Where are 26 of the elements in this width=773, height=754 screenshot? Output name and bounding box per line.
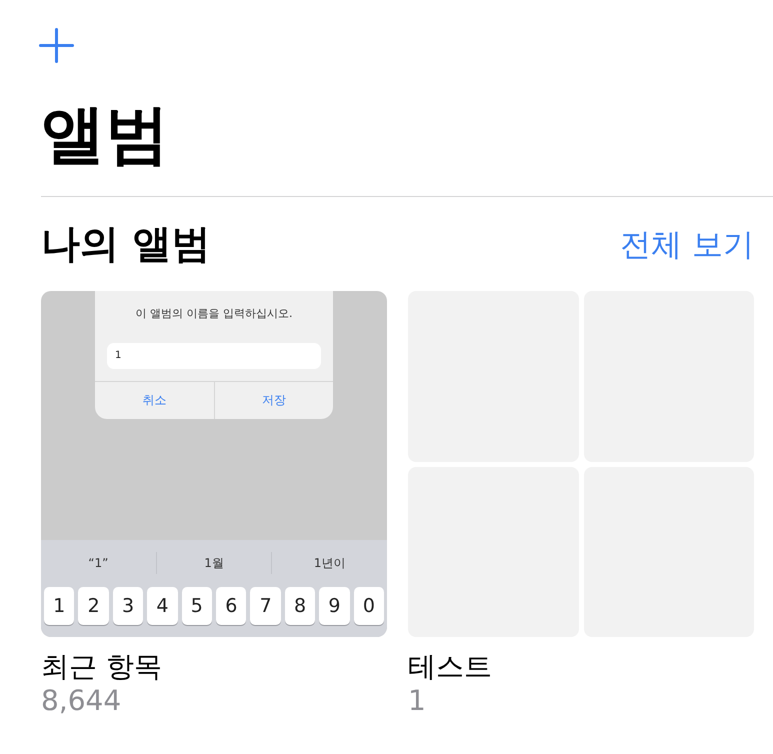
keyboard-key: 3 [112,586,144,625]
see-all-link[interactable]: 전체 보기 [620,226,754,264]
suggestion-text: 1월 [203,554,225,572]
suggestion-text: 1년이 [312,554,346,572]
album-count: 1 [408,684,427,718]
keyboard-key: 2 [78,586,109,625]
suggestion-text: “1” [87,554,110,572]
section-title: 나의 앨범 [41,222,211,269]
keyboard-key: 5 [182,586,212,625]
keyboard-key: 1 [44,586,74,625]
screenshot-thumbnail[interactable]: 이 앨범의 이름을 입력하십시오. 1 취소 저장 “1” 1월 1년이 1 2 3 4 5 6 7 8 9 0 [41,290,387,637]
dialog-message: 이 앨범의 이름을 입력하십시오. [136,306,292,321]
keyboard-key: 8 [284,586,316,625]
save-button: 저장 [214,382,333,419]
keyboard-key: 6 [216,586,246,625]
album-name: 테스트 [408,650,493,684]
page-title: 앨범 [41,97,170,174]
keyboard-key: 4 [147,586,178,625]
album-count: 8,644 [41,684,122,718]
album-name: 최근 항목 [41,650,163,684]
add-icon[interactable] [39,28,74,63]
cancel-button: 취소 [95,382,214,419]
input-field: 1 [107,342,321,369]
keyboard-key: 7 [250,586,281,625]
keyboard-key: 9 [319,586,350,625]
keyboard-key: 0 [354,586,384,625]
